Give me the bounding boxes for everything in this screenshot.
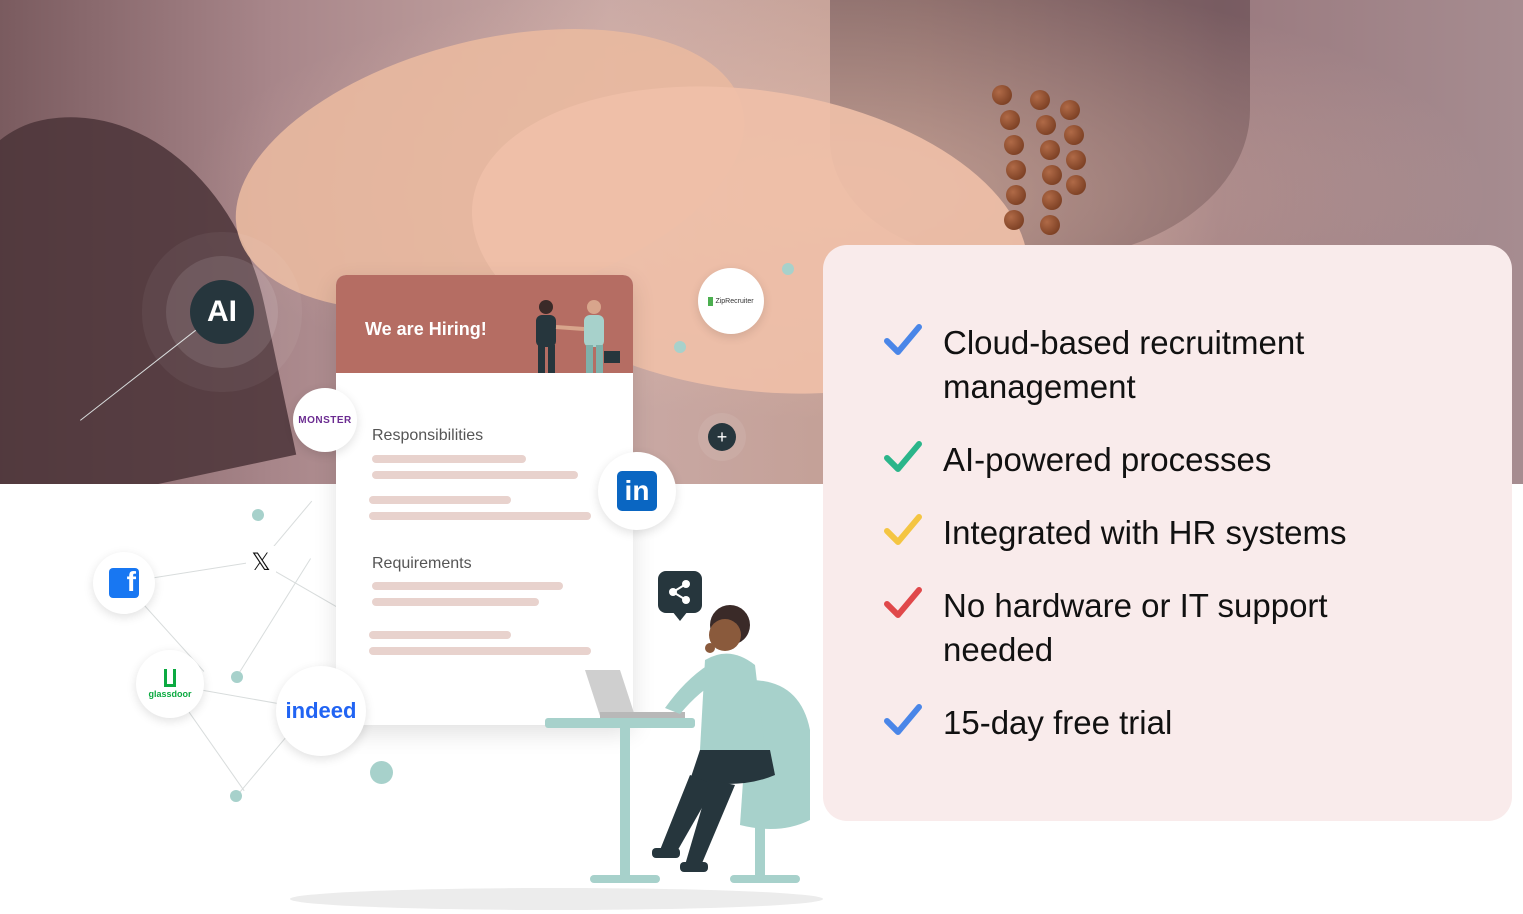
feature-text-cont: needed [943,631,1054,668]
feature-item: 15-day free trial [883,701,1172,745]
text-placeholder-bar [369,496,511,504]
network-dot [782,263,794,275]
ai-badge: AI [190,280,254,344]
network-dot [231,671,243,683]
linkedin-logo: in [598,452,676,530]
requirements-label: Requirements [372,555,472,572]
feature-text: 15-day free trial [943,704,1173,741]
text-placeholder-bar [369,631,511,639]
woman-at-laptop-illustration [545,605,810,883]
text-placeholder-bar [372,455,526,463]
x-logo: 𝕏 [246,546,276,578]
feature-item: AI-powered processes [883,438,1271,482]
feature-text-cont: management [943,368,1136,405]
responsibilities-label: Responsibilities [372,427,484,444]
add-button[interactable]: + [708,423,736,451]
check-icon [884,441,922,472]
text-placeholder-bar [369,512,591,520]
text-placeholder-bar [372,471,578,479]
feature-item: No hardware or IT support needed [883,584,1328,672]
network-dot [674,341,686,353]
feature-text: Cloud-based recruitment [943,324,1305,361]
check-icon [884,587,922,618]
job-card-title: We are Hiring! [365,319,487,339]
features-panel: Cloud-based recruitment management AI-pow… [823,245,1512,821]
job-card-header: We are Hiring! [336,275,633,373]
check-icon [884,704,922,735]
text-placeholder-bar [372,582,563,590]
handshake-people-icon [536,300,620,373]
check-icon [884,514,922,545]
check-icon [884,324,922,355]
floor-shadow [290,888,823,910]
facebook-logo: f [93,552,155,614]
monster-logo: MONSTER [293,388,357,452]
feature-text: AI-powered processes [943,441,1272,478]
network-dot [230,790,242,802]
network-dot [370,761,393,784]
ziprecruiter-logo: ZipRecruiter [698,268,764,334]
feature-item: Cloud-based recruitment management [883,321,1304,409]
network-dot [252,509,264,521]
glassdoor-logo: glassdoor [136,650,204,718]
feature-text: Integrated with HR systems [943,514,1347,551]
feature-item: Integrated with HR systems [883,511,1346,555]
indeed-logo: indeed [276,666,366,756]
text-placeholder-bar [372,598,539,606]
feature-text: No hardware or IT support [943,587,1328,624]
